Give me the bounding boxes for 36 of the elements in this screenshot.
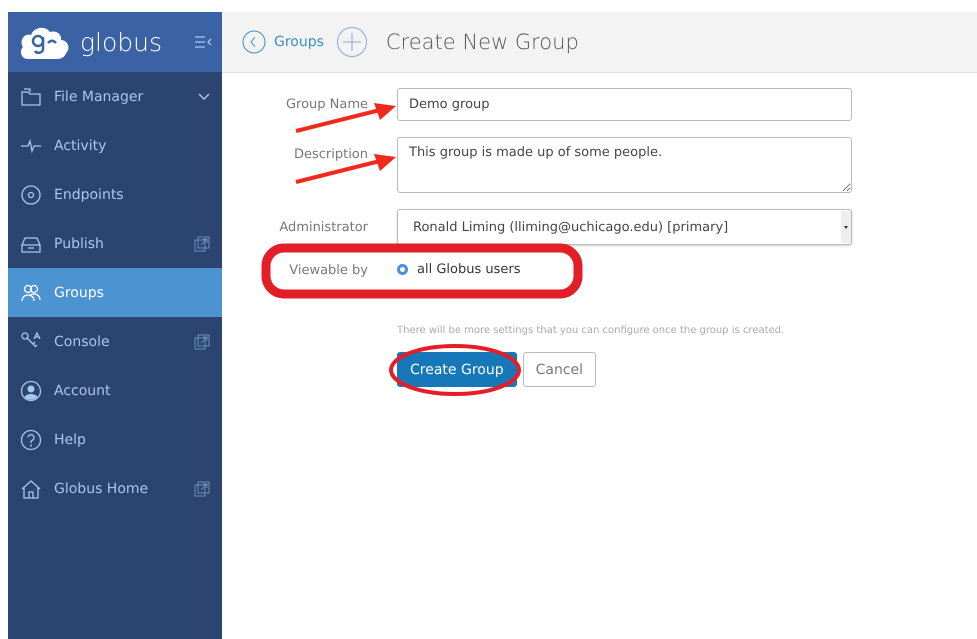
sidebar-item[interactable]: File Manager bbox=[8, 72, 222, 121]
chevron-down-icon bbox=[198, 92, 210, 100]
group-name-field[interactable]: Demo group bbox=[397, 88, 852, 121]
field-label: Viewable by bbox=[288, 262, 368, 278]
back-link[interactable]: Groups bbox=[242, 30, 324, 54]
sidebar-item[interactable]: Help bbox=[8, 415, 222, 464]
page-title: Create New Group bbox=[386, 30, 579, 54]
administrator-select[interactable]: Ronald Liming (lliming@uchicago.edu) [primary] bbox=[397, 209, 852, 245]
sidebar-item[interactable]: Globus Home bbox=[8, 464, 222, 513]
disc-icon bbox=[20, 184, 42, 206]
help-icon bbox=[20, 428, 42, 450]
field-label: Group Name bbox=[284, 97, 368, 112]
radio-button[interactable] bbox=[397, 264, 408, 274]
hint-text: There will be more settings that you can configure once the group is created. bbox=[397, 325, 786, 336]
field-label: Administrator bbox=[278, 220, 368, 234]
sidebar-item[interactable]: Console bbox=[8, 317, 222, 366]
brand-name: globus bbox=[80, 28, 163, 56]
sidebar-item[interactable]: Publish bbox=[8, 219, 222, 268]
user-icon bbox=[20, 380, 42, 402]
radio-option[interactable]: all Globus users bbox=[397, 261, 520, 277]
sidebar-item[interactable]: Groups bbox=[8, 268, 222, 317]
folder-icon bbox=[20, 86, 42, 108]
sidebar-item[interactable]: Activity bbox=[8, 121, 222, 170]
external-link-icon bbox=[194, 236, 210, 252]
sidebar-item[interactable]: Endpoints bbox=[8, 170, 222, 219]
collapse-menu-icon[interactable] bbox=[194, 36, 212, 48]
field-label: Description bbox=[292, 146, 368, 162]
dropdown-caret-icon bbox=[841, 211, 851, 243]
external-link-icon bbox=[194, 334, 210, 350]
description-field[interactable]: This group is made up of some people. bbox=[397, 137, 852, 193]
sidebar-item[interactable]: Account bbox=[8, 366, 222, 415]
house-icon bbox=[20, 478, 42, 500]
external-link-icon bbox=[194, 480, 210, 496]
cancel-button[interactable]: Cancel bbox=[522, 352, 596, 387]
create-button[interactable]: Create Group bbox=[397, 352, 517, 387]
plus-circle-icon bbox=[336, 26, 368, 58]
